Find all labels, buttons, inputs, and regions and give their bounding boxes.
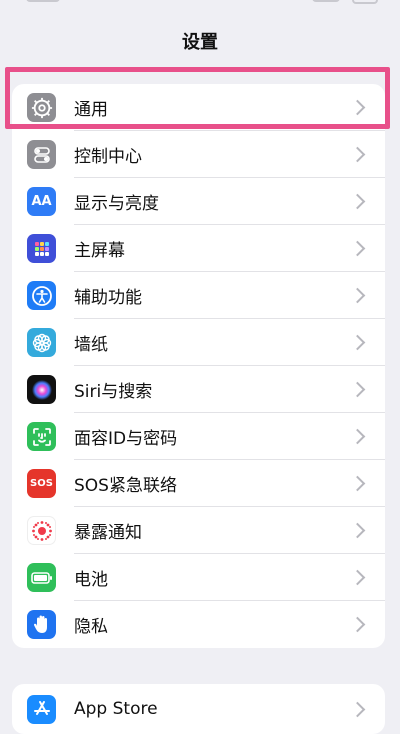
- settings-group-store: App Store: [12, 684, 385, 734]
- settings-row-label: SOS紧急联络: [74, 476, 177, 496]
- chevron-right-icon: [349, 146, 366, 163]
- page-title: 设置: [182, 32, 218, 53]
- settings-row-label: 通用: [74, 100, 108, 120]
- exposure-notification-icon: [27, 516, 56, 545]
- settings-row-control-center[interactable]: 控制中心: [12, 131, 385, 178]
- accessibility-icon: [27, 281, 56, 310]
- gear-icon: [27, 93, 56, 122]
- chevron-right-icon: [349, 616, 366, 633]
- display-glyph: AA: [31, 194, 52, 209]
- battery-status-icon: [352, 0, 378, 4]
- status-bar: [0, 0, 400, 12]
- settings-row-label: 电池: [74, 570, 108, 590]
- settings-row-label: Siri与搜索: [74, 382, 153, 402]
- chevron-right-icon: [349, 287, 366, 304]
- face-id-icon: [27, 422, 56, 451]
- home-screen-icon: [27, 234, 56, 263]
- settings-row-label: 主屏幕: [74, 241, 125, 261]
- settings-row-app-store[interactable]: App Store: [12, 684, 385, 734]
- chevron-right-icon: [349, 569, 366, 586]
- settings-row-battery[interactable]: 电池: [12, 554, 385, 601]
- settings-row-label: 墙纸: [74, 335, 108, 355]
- settings-row-label: 辅助功能: [74, 288, 142, 308]
- settings-row-privacy[interactable]: 隐私: [12, 601, 385, 648]
- sos-icon: SOS: [27, 469, 56, 498]
- settings-row-label: 控制中心: [74, 147, 142, 167]
- chevron-right-icon: [349, 240, 366, 257]
- control-center-icon: [27, 140, 56, 169]
- chevron-right-icon: [349, 193, 366, 210]
- settings-row-wallpaper[interactable]: 墙纸: [12, 319, 385, 366]
- chevron-right-icon: [349, 522, 366, 539]
- chevron-right-icon: [349, 334, 366, 351]
- settings-row-label: App Store: [74, 699, 158, 719]
- chevron-right-icon: [349, 475, 366, 492]
- siri-icon: [27, 375, 56, 404]
- battery-icon: [27, 563, 56, 592]
- chevron-right-icon: [349, 99, 366, 116]
- settings-row-label: 隐私: [74, 617, 108, 637]
- sos-glyph: SOS: [30, 478, 53, 489]
- settings-row-label: 暴露通知: [74, 523, 142, 543]
- settings-row-label: 面容ID与密码: [74, 429, 178, 449]
- settings-row-exposure[interactable]: 暴露通知: [12, 507, 385, 554]
- settings-row-home-screen[interactable]: 主屏幕: [12, 225, 385, 272]
- settings-row-accessibility[interactable]: 辅助功能: [12, 272, 385, 319]
- settings-row-sos[interactable]: SOS SOS紧急联络: [12, 460, 385, 507]
- app-store-icon: [27, 694, 56, 724]
- settings-group-main: 通用 控制中心 AA 显示与亮度 主屏幕 辅助功能 墙纸 Siri与搜索 面容I…: [12, 84, 385, 648]
- chevron-right-icon: [349, 381, 366, 398]
- settings-row-general[interactable]: 通用: [12, 84, 385, 131]
- chevron-right-icon: [349, 701, 366, 717]
- privacy-hand-icon: [27, 610, 56, 639]
- signal-icon: [312, 0, 340, 2]
- settings-row-face-id[interactable]: 面容ID与密码: [12, 413, 385, 460]
- time-indicator: [26, 0, 60, 2]
- settings-row-label: 显示与亮度: [74, 194, 159, 214]
- wallpaper-icon: [27, 328, 56, 357]
- settings-row-siri[interactable]: Siri与搜索: [12, 366, 385, 413]
- display-brightness-icon: AA: [27, 187, 56, 216]
- chevron-right-icon: [349, 428, 366, 445]
- settings-row-display[interactable]: AA 显示与亮度: [12, 178, 385, 225]
